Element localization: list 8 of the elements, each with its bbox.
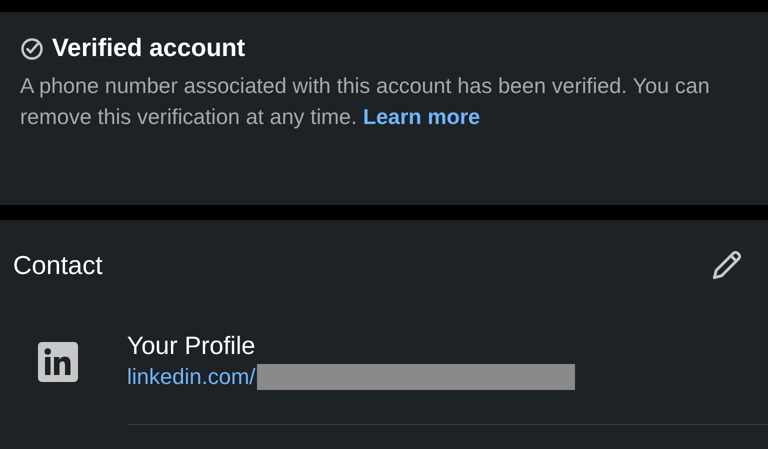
learn-more-link[interactable]: Learn more bbox=[362, 105, 480, 129]
linkedin-icon bbox=[38, 342, 78, 382]
profile-label: Your Profile bbox=[127, 331, 256, 362]
verified-description: A phone number associated with this account has been verified. You can remove this verification at any time. Learn more bbox=[20, 73, 711, 131]
profile-link[interactable]: linkedin.com/ bbox=[127, 362, 256, 392]
contact-title: Contact bbox=[13, 250, 103, 280]
check-circle-icon bbox=[20, 36, 44, 60]
verified-title: Verified account bbox=[52, 34, 246, 63]
